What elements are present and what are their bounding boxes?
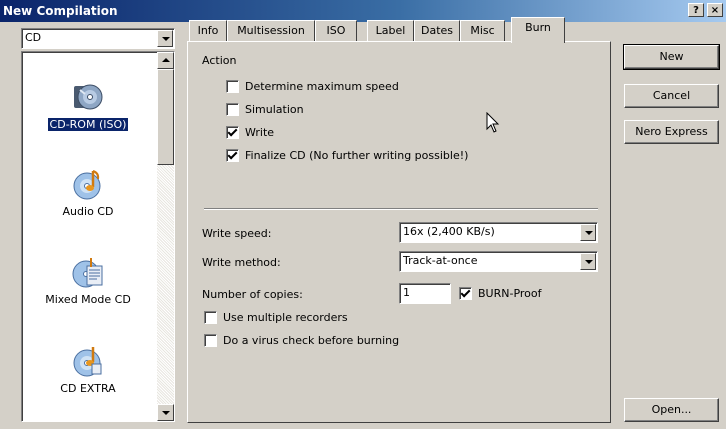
determine-speed-checkbox[interactable]: Determine maximum speed: [226, 80, 399, 93]
compilation-item-audio-cd[interactable]: Audio CD: [22, 167, 154, 218]
tab-label: Label: [375, 24, 406, 37]
media-type-value: CD: [25, 31, 42, 44]
action-heading: Action: [202, 54, 237, 67]
help-icon: ?: [693, 5, 699, 16]
tab-info[interactable]: Info: [189, 20, 227, 41]
checkbox-label: BURN-Proof: [478, 287, 542, 300]
checkbox-box[interactable]: [226, 80, 239, 93]
scroll-up-button[interactable]: [157, 52, 174, 69]
checkbox-label: Determine maximum speed: [245, 80, 399, 93]
close-icon: ×: [710, 5, 720, 16]
tab-iso[interactable]: ISO: [315, 20, 357, 41]
write-speed-label: Write speed:: [202, 227, 272, 240]
checkbox-label: Do a virus check before burning: [223, 334, 400, 347]
virus-check-checkbox[interactable]: Do a virus check before burning: [204, 334, 399, 347]
compilation-label: Audio CD: [62, 205, 114, 218]
checkbox-box[interactable]: [226, 103, 239, 116]
cd-rom-iso-icon: [74, 84, 103, 110]
multiple-recorders-checkbox[interactable]: Use multiple recorders: [204, 311, 348, 324]
checkbox-label: Use multiple recorders: [223, 311, 348, 324]
chevron-down-icon: [585, 260, 593, 264]
open-button[interactable]: Open...: [624, 398, 719, 422]
write-method-select[interactable]: Track-at-once: [399, 251, 598, 272]
simulation-checkbox[interactable]: Simulation: [226, 103, 304, 116]
audio-cd-icon: [73, 170, 101, 200]
tab-label: Dates: [420, 24, 454, 37]
compilation-list-scrollbar[interactable]: [157, 52, 174, 421]
copies-label: Number of copies:: [202, 288, 303, 301]
tab-label-settings[interactable]: Label: [367, 20, 414, 41]
write-method-label: Write method:: [202, 256, 281, 269]
button-label: New: [659, 50, 684, 63]
write-speed-dropdown-button[interactable]: [580, 224, 596, 241]
checkbox-box[interactable]: [226, 149, 239, 162]
tab-label: ISO: [326, 24, 346, 37]
compilation-label: CD EXTRA: [60, 382, 116, 395]
tab-misc[interactable]: Misc: [460, 20, 505, 41]
new-button[interactable]: New: [623, 44, 720, 70]
button-label: Open...: [651, 403, 692, 416]
tab-label: Burn: [525, 21, 551, 34]
section-divider: [204, 208, 598, 210]
tab-label: Info: [197, 24, 219, 37]
tab-label: Multisession: [237, 24, 305, 37]
write-speed-select[interactable]: 16x (2,400 KB/s): [399, 222, 598, 243]
checkbox-label: Simulation: [245, 103, 304, 116]
finalize-cd-checkbox[interactable]: Finalize CD (No further writing possible…: [226, 149, 468, 162]
write-method-dropdown-button[interactable]: [580, 253, 596, 270]
burn-proof-checkbox[interactable]: BURN-Proof: [459, 287, 542, 300]
compilation-type-list[interactable]: CD-ROM (ISO) Audio CD Mixed Mode CD CD E…: [21, 51, 175, 422]
close-button[interactable]: ×: [707, 3, 723, 17]
title-bar[interactable]: New Compilation: [0, 0, 726, 22]
compilation-label: Mixed Mode CD: [45, 293, 131, 306]
button-label: Cancel: [652, 89, 691, 102]
compilation-item-cd-rom-iso[interactable]: CD-ROM (ISO): [22, 80, 154, 132]
checkbox-box[interactable]: [226, 126, 239, 139]
checkbox-label: Finalize CD (No further writing possible…: [245, 149, 469, 162]
cancel-button[interactable]: Cancel: [624, 84, 719, 108]
tab-burn[interactable]: Burn: [511, 17, 565, 43]
checkbox-label: Write: [245, 126, 275, 139]
chevron-down-icon: [585, 231, 593, 235]
checkbox-box[interactable]: [459, 287, 472, 300]
tab-multisession[interactable]: Multisession: [227, 20, 315, 41]
scroll-down-icon: [162, 411, 170, 415]
burn-tab-panel: Action Determine maximum speed Simulatio…: [187, 41, 611, 423]
help-button[interactable]: ?: [688, 3, 704, 17]
checkbox-box[interactable]: [204, 334, 217, 347]
chevron-down-icon: [162, 37, 170, 41]
mixed-mode-cd-icon: [72, 258, 103, 288]
window-title: New Compilation: [3, 4, 118, 18]
write-method-value: Track-at-once: [403, 254, 478, 267]
compilation-label: CD-ROM (ISO): [46, 117, 130, 132]
scroll-up-icon: [162, 58, 170, 62]
compilation-item-mixed-mode-cd[interactable]: Mixed Mode CD: [22, 255, 154, 306]
checkbox-box[interactable]: [204, 311, 217, 324]
write-speed-value: 16x (2,400 KB/s): [403, 225, 495, 238]
tab-dates[interactable]: Dates: [414, 20, 460, 41]
cd-extra-icon: [73, 347, 102, 377]
scroll-thumb[interactable]: [157, 69, 174, 165]
media-type-dropdown-button[interactable]: [157, 30, 173, 47]
media-type-select[interactable]: CD: [21, 28, 175, 49]
copies-value: 1: [403, 286, 410, 299]
nero-express-button[interactable]: Nero Express: [624, 120, 719, 144]
copies-input[interactable]: 1: [399, 283, 451, 304]
write-checkbox[interactable]: Write: [226, 126, 274, 139]
tab-label: Misc: [470, 24, 495, 37]
mouse-cursor-icon: [486, 112, 500, 133]
scroll-down-button[interactable]: [157, 404, 174, 421]
button-label: Nero Express: [635, 125, 708, 138]
compilation-item-cd-extra[interactable]: CD EXTRA: [22, 344, 154, 395]
